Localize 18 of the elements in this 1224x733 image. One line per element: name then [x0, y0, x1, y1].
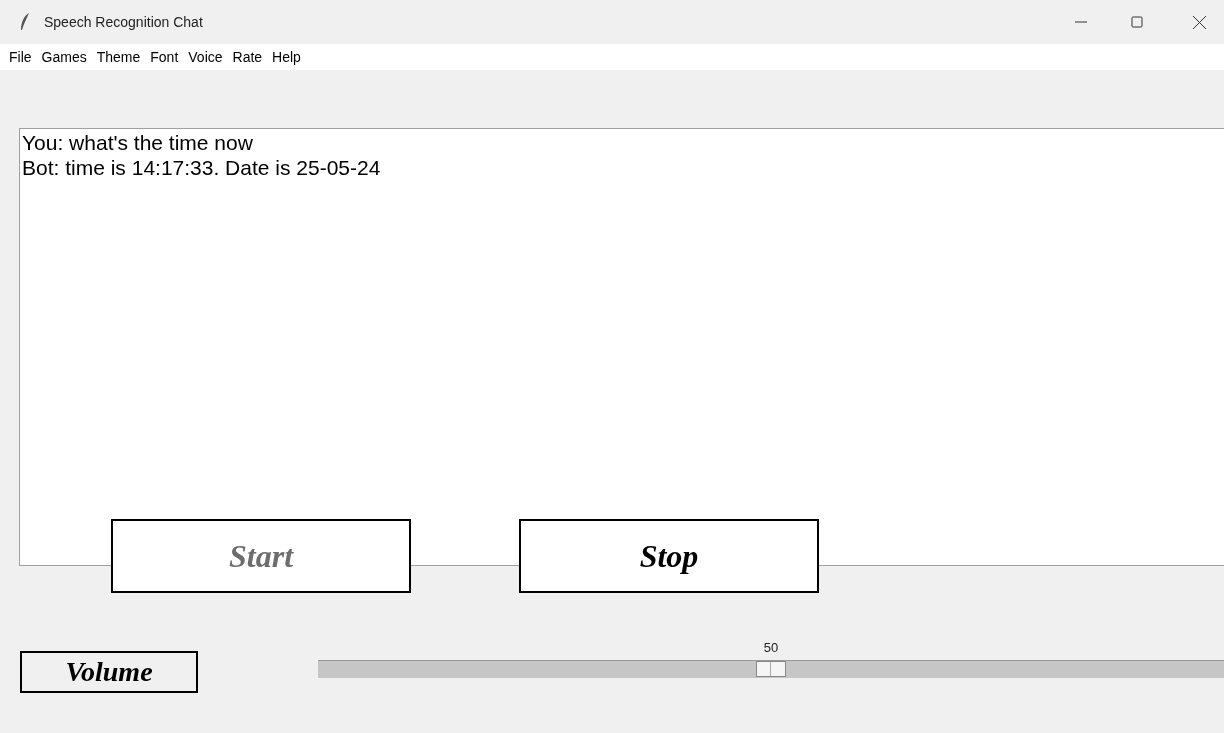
slider-thumb[interactable] [756, 661, 786, 677]
action-button[interactable]: Stop [519, 519, 819, 593]
menu-item[interactable]: Voice [183, 46, 228, 68]
chat-message: Bot: time is 14:17:33. Date is 25-05-24 [22, 155, 381, 180]
close-icon[interactable] [1193, 15, 1206, 29]
menu-item[interactable]: Rate [227, 46, 268, 68]
feather-icon [20, 13, 30, 31]
volume-label: Volume [20, 651, 198, 693]
menu-item[interactable]: Theme [91, 46, 146, 68]
volume-value: 50 [763, 639, 779, 657]
menu-item[interactable]: File [4, 46, 37, 68]
chat-message: You: what's the time now [22, 130, 253, 155]
window-title: Speech Recognition Chat [44, 12, 203, 32]
menu-item[interactable]: Help [267, 46, 306, 68]
menu-item[interactable]: Font [145, 46, 184, 68]
maximize-icon[interactable] [1131, 16, 1143, 28]
volume-slider[interactable] [318, 660, 1224, 678]
menu-item[interactable]: Games [36, 46, 92, 68]
